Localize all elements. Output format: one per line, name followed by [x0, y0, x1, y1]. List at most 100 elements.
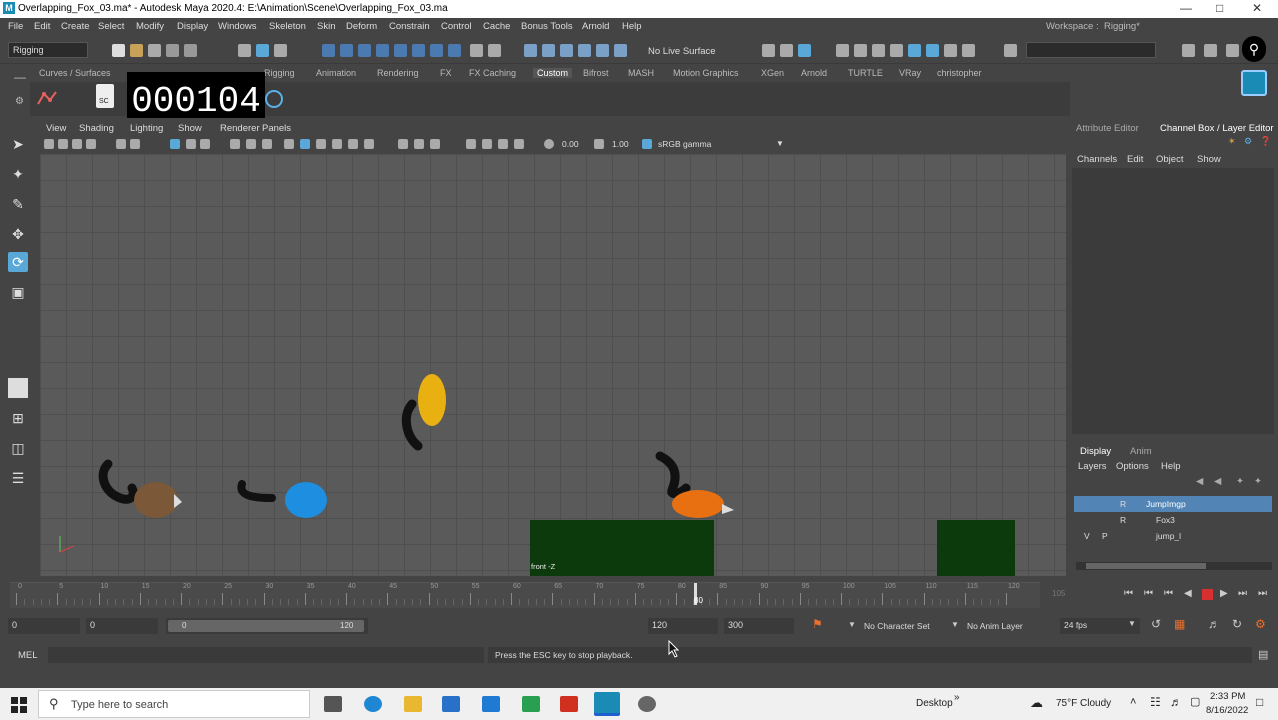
- image-plane-icon[interactable]: [86, 139, 96, 149]
- edge-browser-icon[interactable]: [364, 696, 382, 712]
- yellow-fox-tail[interactable]: [401, 399, 423, 451]
- yellow-fox-body[interactable]: [418, 374, 446, 426]
- menu-constrain[interactable]: Constrain: [389, 21, 430, 32]
- orange-fox-body[interactable]: [672, 490, 724, 518]
- menu-modify[interactable]: Modify: [136, 21, 164, 32]
- panel-menu-view[interactable]: View: [46, 123, 66, 134]
- mask-icon-1[interactable]: [322, 44, 335, 57]
- orange-fox-tail[interactable]: [655, 451, 691, 499]
- color-management-icon[interactable]: [642, 139, 652, 149]
- layer-row-jumpimgp[interactable]: R JumpImgp: [1074, 496, 1272, 512]
- render-settings-icon[interactable]: [890, 44, 903, 57]
- menu-arnold[interactable]: Arnold: [582, 21, 609, 32]
- layer-name[interactable]: JumpImgp: [1146, 499, 1186, 509]
- shelf-tab-xgen[interactable]: XGen: [761, 68, 784, 78]
- scale-tool-icon[interactable]: ▣: [8, 282, 28, 302]
- go-to-start-icon[interactable]: ⏮: [1124, 588, 1133, 599]
- layer-tab-display[interactable]: Display: [1080, 446, 1111, 457]
- workspace-select[interactable]: Rigging*: [1104, 21, 1140, 32]
- channel-box-settings-icon[interactable]: ⚙: [1244, 136, 1252, 147]
- channel-menu-edit[interactable]: Edit: [1127, 154, 1143, 165]
- gate-mask-icon[interactable]: [230, 139, 240, 149]
- select-component-icon[interactable]: [274, 44, 287, 57]
- undo-icon[interactable]: [166, 44, 179, 57]
- colorspace-dropdown[interactable]: sRGB gamma: [654, 137, 786, 152]
- mask-icon-3[interactable]: [358, 44, 371, 57]
- shelf-tab-rendering[interactable]: Rendering: [377, 68, 419, 78]
- dof-icon[interactable]: [514, 139, 524, 149]
- layer-up-icon[interactable]: ◀: [1196, 476, 1203, 487]
- xray-joints-icon[interactable]: [430, 139, 440, 149]
- safe-action-icon[interactable]: [262, 139, 272, 149]
- film-gate-icon[interactable]: [186, 139, 196, 149]
- single-view-icon[interactable]: [8, 378, 28, 398]
- mask-icon-8[interactable]: [448, 44, 461, 57]
- go-to-end-icon[interactable]: ⏭: [1258, 588, 1267, 599]
- shelf-tab-bifrost[interactable]: Bifrost: [583, 68, 609, 78]
- snap-view-icon[interactable]: [578, 44, 591, 57]
- default-material-icon[interactable]: [316, 139, 326, 149]
- obs-icon[interactable]: [638, 696, 656, 712]
- layer-tab-anim[interactable]: Anim: [1130, 446, 1152, 457]
- cache-icon[interactable]: ▦: [1174, 617, 1185, 631]
- menu-select[interactable]: Select: [98, 21, 124, 32]
- desktop-toolbar-label[interactable]: Desktop: [916, 698, 953, 709]
- time-slider[interactable]: 0 5 10 15 20 25 30 35 40 45 50 55 60 65 70 75 80 85 90 95 10…: [10, 582, 1065, 608]
- layer-playback[interactable]: P: [1102, 531, 1108, 541]
- save-scene-icon[interactable]: [148, 44, 161, 57]
- panel-menu-show[interactable]: Show: [178, 123, 202, 134]
- history-icon[interactable]: [762, 44, 775, 57]
- blue-fox-tail[interactable]: [237, 480, 276, 502]
- auto-key-icon[interactable]: ⚑: [812, 617, 823, 631]
- exposure-value[interactable]: 0.00: [562, 139, 579, 149]
- shelf-menu-icon[interactable]: —: [14, 70, 26, 84]
- tab-channel-box[interactable]: Channel Box / Layer Editor: [1160, 123, 1274, 134]
- brown-fox-body[interactable]: [134, 482, 178, 518]
- mask-icon-4[interactable]: [376, 44, 389, 57]
- windows-start-icon[interactable]: [11, 697, 27, 713]
- anim-layer-dropdown[interactable]: No Anim Layer: [967, 621, 1023, 631]
- layer-scrollbar-thumb[interactable]: [1086, 563, 1206, 569]
- lasso-tool-icon[interactable]: ✦: [8, 164, 28, 184]
- weather-text[interactable]: 75°F Cloudy: [1056, 698, 1111, 709]
- input-icon[interactable]: [780, 44, 793, 57]
- quick-search-field[interactable]: [1026, 42, 1156, 58]
- menu-create[interactable]: Create: [61, 21, 90, 32]
- sound-icon[interactable]: ♬: [1208, 617, 1220, 631]
- snap-icon[interactable]: [488, 44, 501, 57]
- range-slider-thumb[interactable]: [168, 620, 364, 632]
- shadows-icon[interactable]: [364, 139, 374, 149]
- snap-live-icon[interactable]: [614, 44, 627, 57]
- layer-reference[interactable]: R: [1120, 499, 1126, 509]
- layer-menu-help[interactable]: Help: [1161, 461, 1181, 472]
- mask-icon-2[interactable]: [340, 44, 353, 57]
- open-scene-icon[interactable]: [130, 44, 143, 57]
- mel-label[interactable]: MEL: [18, 650, 38, 661]
- character-controls-icon[interactable]: [1204, 44, 1217, 57]
- arnold-ipr-icon[interactable]: [944, 44, 957, 57]
- menu-control[interactable]: Control: [441, 21, 472, 32]
- network-icon[interactable]: ☷: [1150, 695, 1161, 709]
- ipr-render-icon[interactable]: [872, 44, 885, 57]
- lock-icon[interactable]: [470, 44, 483, 57]
- select-object-icon[interactable]: [256, 44, 269, 57]
- panel-menu-renderer[interactable]: Renderer: [220, 123, 260, 134]
- shelf-tab-rigging[interactable]: Rigging: [264, 68, 295, 78]
- layer-row-fox3[interactable]: R Fox3: [1074, 512, 1272, 528]
- maximize-icon[interactable]: □: [1216, 1, 1223, 15]
- grease-pencil-icon[interactable]: [116, 139, 126, 149]
- tool-settings-icon[interactable]: [1226, 44, 1239, 57]
- shelf-tab-fx[interactable]: FX: [440, 68, 452, 78]
- range-slider[interactable]: 0 120: [166, 618, 368, 634]
- character-set-dropdown[interactable]: No Character Set: [864, 621, 930, 631]
- platform-2[interactable]: [937, 520, 1015, 576]
- shelf-tab-motion-graphics[interactable]: Motion Graphics: [673, 68, 739, 78]
- menu-windows[interactable]: Windows: [218, 21, 257, 32]
- sc-shelf-icon[interactable]: SC: [96, 84, 114, 108]
- menu-skin[interactable]: Skin: [317, 21, 335, 32]
- shelf-tab-turtle[interactable]: TURTLE: [848, 68, 883, 78]
- tray-chevron-up-icon[interactable]: ˄: [1130, 696, 1136, 708]
- anim-layer-chevron-icon[interactable]: ▼: [951, 620, 959, 629]
- wireframe-icon[interactable]: [284, 139, 294, 149]
- file-explorer-icon[interactable]: [404, 696, 422, 712]
